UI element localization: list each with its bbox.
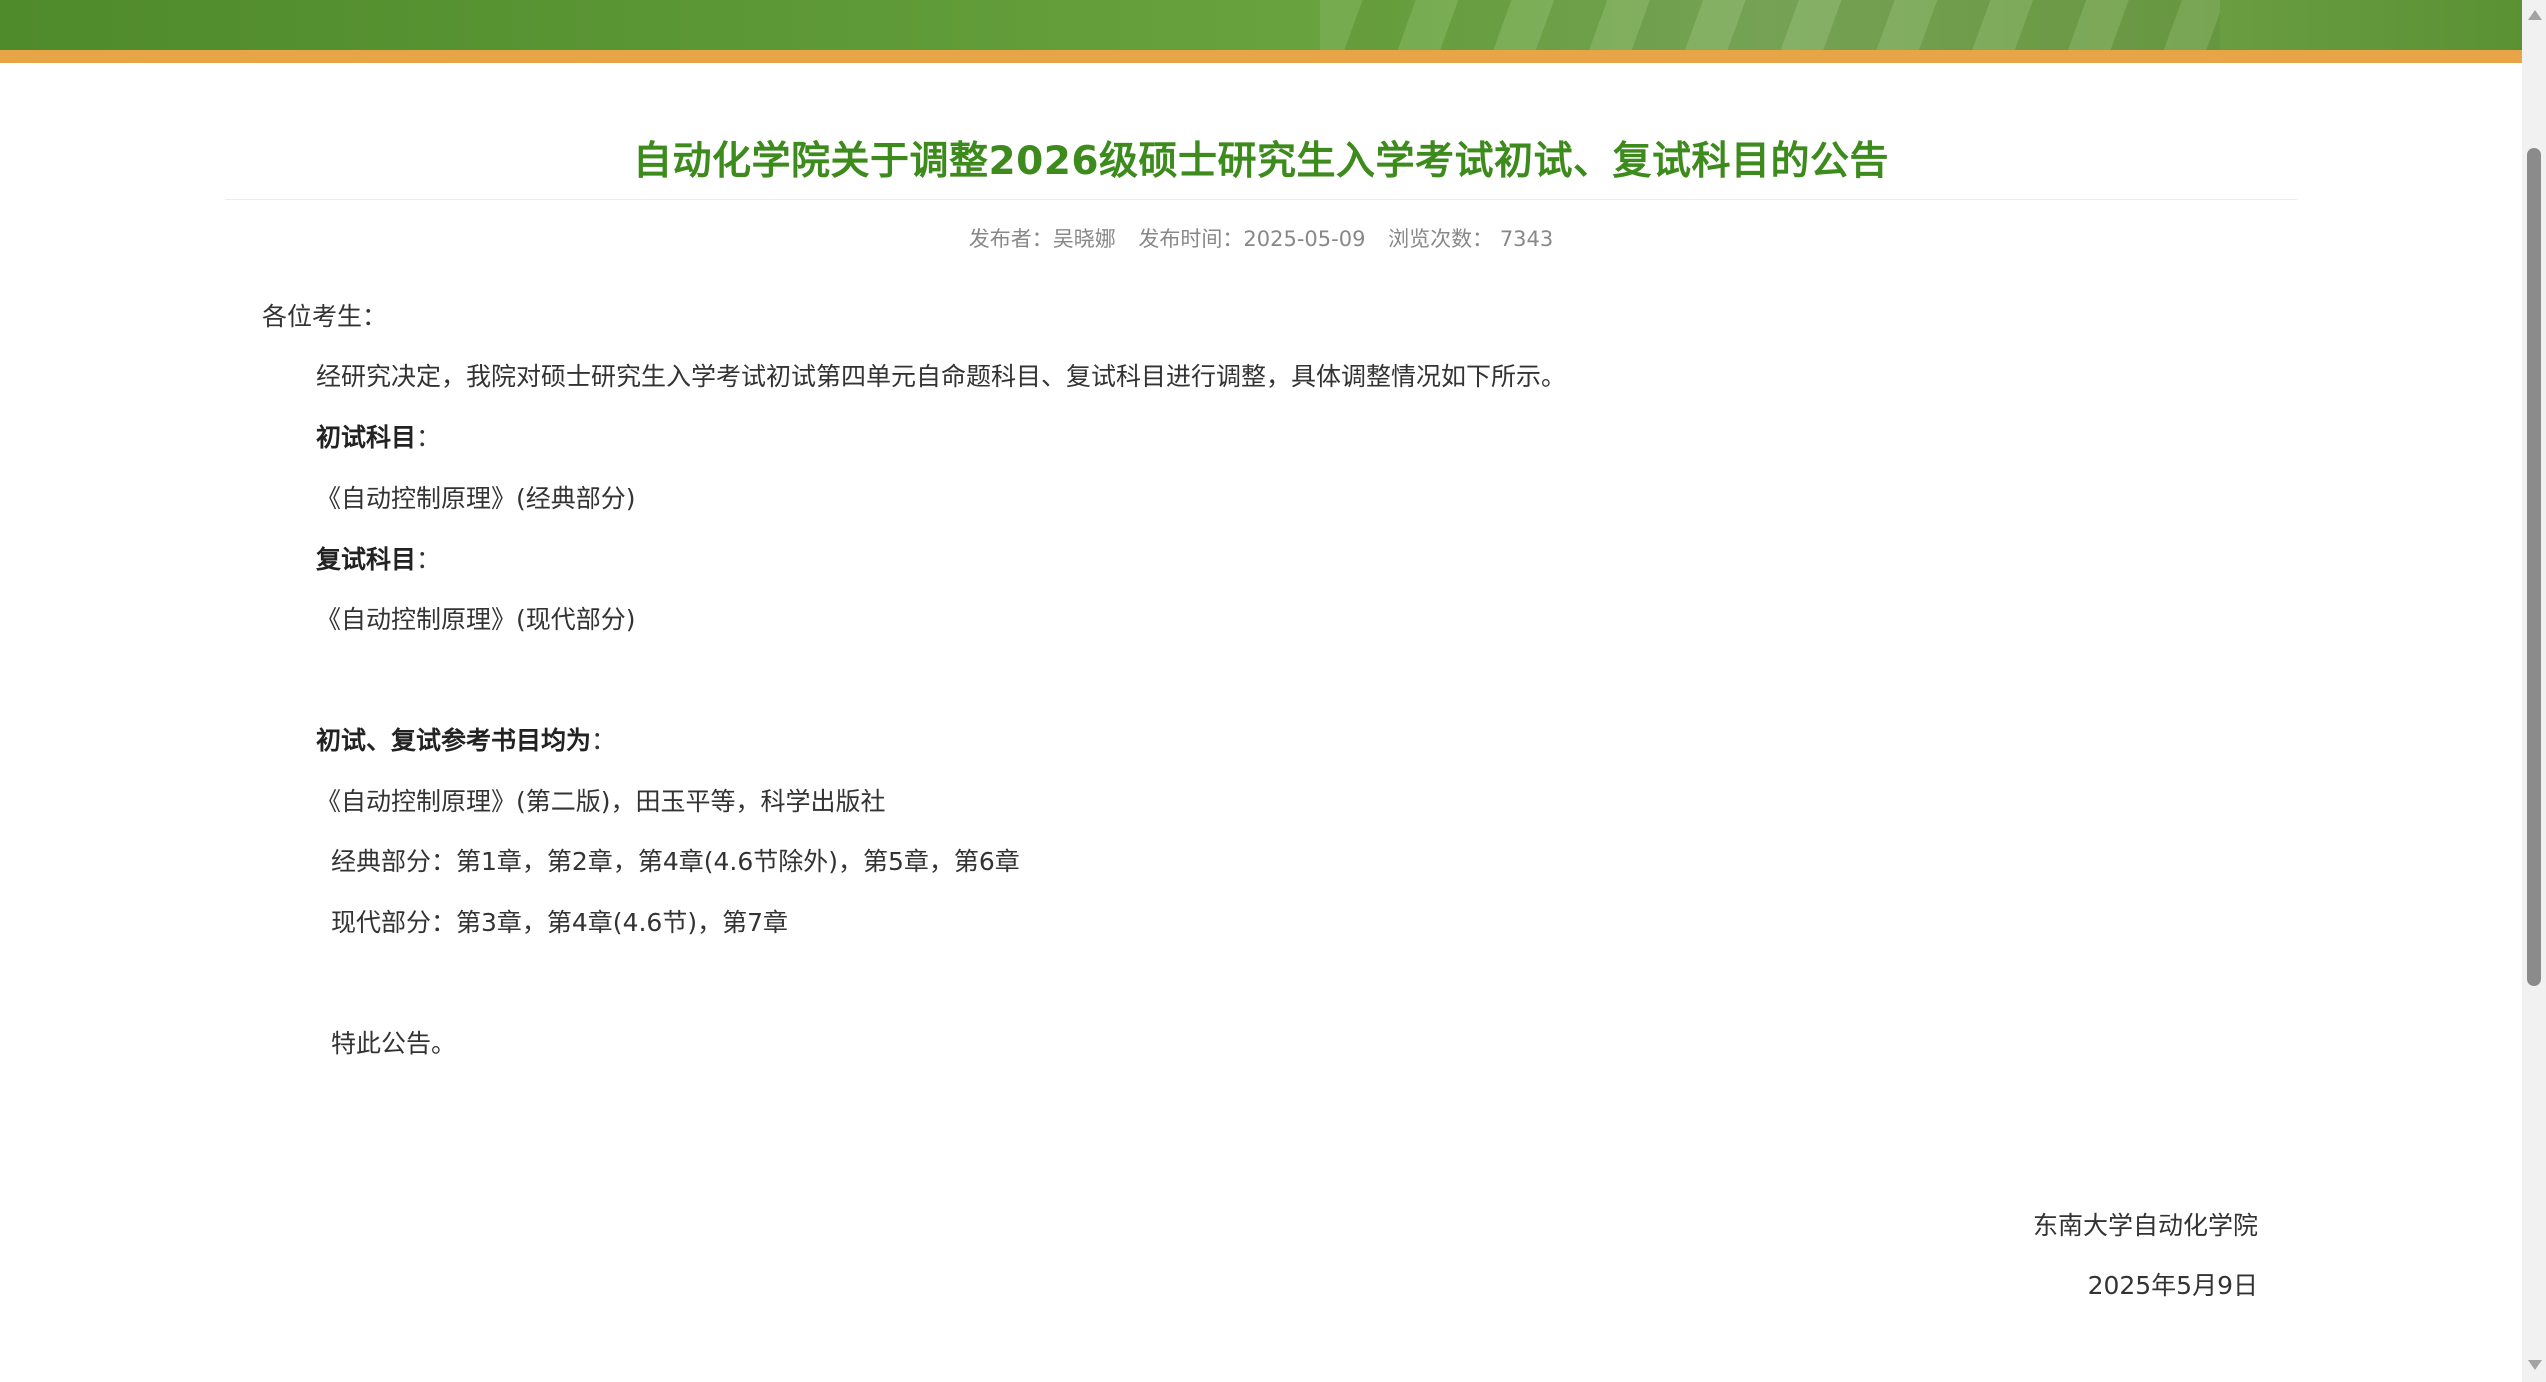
retest-subject: 《自动控制原理》(现代部分) bbox=[316, 605, 636, 634]
reference-book: 《自动控制原理》(第二版)，田玉平等，科学出版社 bbox=[316, 787, 886, 816]
article-meta: 发布者：吴晓娜 发布时间：2025-05-09 浏览次数： 7343 bbox=[0, 223, 2522, 253]
classic-part-chapters: 经典部分：第1章，第2章，第4章(4.6节除外)，第5章，第6章 bbox=[331, 847, 1020, 876]
reference-heading-colon: ： bbox=[591, 726, 617, 755]
header-banner bbox=[0, 0, 2522, 50]
publisher: 发布者：吴晓娜 bbox=[968, 227, 1116, 251]
initial-exam-subject: 《自动控制原理》(经典部分) bbox=[316, 484, 636, 513]
reference-heading-label: 初试、复试参考书目均为 bbox=[316, 726, 592, 755]
signature-date: 2025年5月9日 bbox=[2087, 1271, 2258, 1300]
signature-org: 东南大学自动化学院 bbox=[2032, 1211, 2258, 1240]
initial-exam-heading-label: 初试科目 bbox=[316, 423, 417, 452]
initial-exam-heading-colon: ： bbox=[416, 423, 442, 452]
view-count: 浏览次数： 7343 bbox=[1388, 227, 1554, 251]
initial-exam-heading: 初试科目： bbox=[316, 418, 441, 454]
title-divider bbox=[225, 199, 2297, 200]
intro-paragraph: 经研究决定，我院对硕士研究生入学考试初试第四单元自命题科目、复试科目进行调整，具… bbox=[316, 362, 1567, 391]
page: 自动化学院关于调整2026级硕士研究生入学考试初试、复试科目的公告 发布者：吴晓… bbox=[0, 0, 2522, 1382]
retest-heading-colon: ： bbox=[416, 545, 442, 574]
vertical-scrollbar[interactable] bbox=[2522, 0, 2546, 1382]
header-accent-strip bbox=[0, 50, 2522, 63]
scroll-up-arrow-icon[interactable] bbox=[2528, 10, 2542, 20]
scrollbar-thumb[interactable] bbox=[2527, 148, 2541, 986]
scroll-down-arrow-icon[interactable] bbox=[2528, 1360, 2542, 1370]
modern-part-chapters: 现代部分：第3章，第4章(4.6节)，第7章 bbox=[331, 908, 788, 937]
salutation: 各位考生： bbox=[262, 302, 388, 331]
retest-heading: 复试科目： bbox=[316, 540, 441, 576]
publish-time: 发布时间：2025-05-09 bbox=[1138, 227, 1366, 251]
header-decoration bbox=[1320, 0, 2220, 50]
retest-heading-label: 复试科目 bbox=[316, 545, 417, 574]
closing-statement: 特此公告。 bbox=[331, 1029, 457, 1058]
reference-heading: 初试、复试参考书目均为： bbox=[316, 721, 616, 757]
article-title: 自动化学院关于调整2026级硕士研究生入学考试初试、复试科目的公告 bbox=[632, 139, 1890, 184]
